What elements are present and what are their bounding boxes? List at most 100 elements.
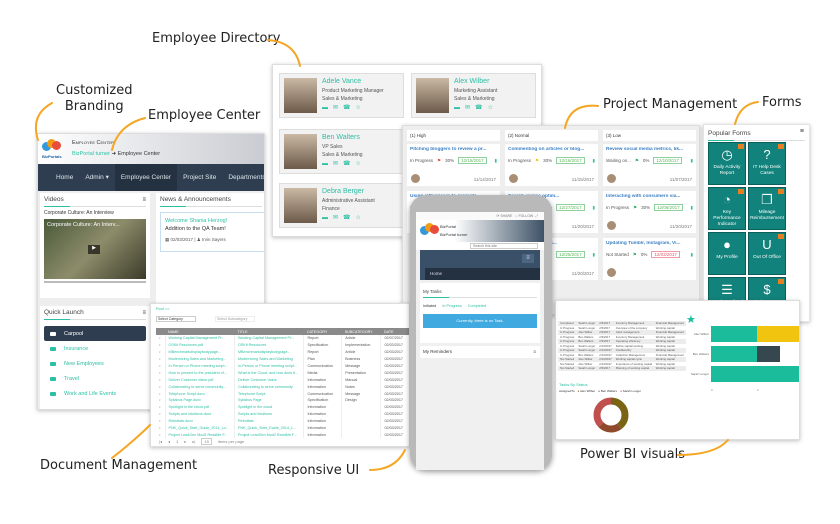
hamburger-icon[interactable]: ≡ xyxy=(522,254,534,263)
star-icon[interactable]: ☆ xyxy=(356,160,361,168)
column-header[interactable]: DATE xyxy=(380,328,409,335)
table-row[interactable]: ▫ OSKit Resources.pdf OSKit Resources Speci… xyxy=(156,341,409,349)
quick-launch-item[interactable]: Insurance xyxy=(44,341,146,356)
trash-icon[interactable]: ▮ xyxy=(593,252,595,258)
table-cell[interactable]: In-Person or Phone meeting script... xyxy=(234,362,305,370)
video-title[interactable]: Corporate Culture: An Interview xyxy=(44,210,146,216)
table-row[interactable]: ▫ Telephone Script.docx Telephone Script Co… xyxy=(156,390,409,398)
table-cell[interactable]: Working Capital Management Pr... xyxy=(234,335,305,342)
column-header[interactable]: TITLE xyxy=(234,328,304,335)
open-external-icon[interactable] xyxy=(778,234,784,239)
nav-item[interactable]: Departments ▾ xyxy=(222,164,264,191)
star-icon[interactable]: ☆ xyxy=(356,104,361,112)
task-title[interactable]: Interacting with consumers via... xyxy=(606,194,693,199)
open-external-icon[interactable] xyxy=(738,189,744,194)
table-cell[interactable]: What is the Cloud, and how does it... xyxy=(234,369,305,377)
table-row[interactable]: ▫ Syllabus Page.docx Syllabus Page Specific… xyxy=(156,397,409,404)
person-card[interactable]: Debra Berger Administrative Assistant Fina… xyxy=(279,183,404,228)
trash-icon[interactable]: ▮ xyxy=(593,158,595,164)
play-icon[interactable]: ▶ xyxy=(88,245,100,254)
last-page-icon[interactable]: ▸| xyxy=(192,439,195,444)
first-page-icon[interactable]: |◂ xyxy=(159,439,162,444)
table-row[interactable]: ▫ Collaborating to serve community... Coll… xyxy=(156,383,409,391)
table-cell[interactable]: MBenchmarkdisplaybodypage... xyxy=(165,348,235,356)
table-cell[interactable]: Collaborating to serve community xyxy=(234,383,305,391)
table-cell[interactable]: Scripts and intuitions xyxy=(234,410,305,418)
trash-icon[interactable]: ▮ xyxy=(593,205,595,211)
menu-icon[interactable]: ≡ xyxy=(142,197,146,203)
menu-icon[interactable]: ≡ xyxy=(800,128,804,135)
page-size-select[interactable]: 15 xyxy=(201,438,212,445)
menu-icon[interactable]: ≡ xyxy=(142,310,146,316)
task-title[interactable]: Commenting on articles or blog... xyxy=(508,147,595,152)
email-icon[interactable]: ✉ xyxy=(333,160,338,168)
table-cell[interactable]: PNK_Quick_Start_Guide_2014_L... xyxy=(234,424,305,432)
task-card[interactable]: Updating Tumblr, Instagram, Vi... Not Sta… xyxy=(603,238,696,280)
star-icon[interactable]: ☆ xyxy=(356,214,361,222)
column-header[interactable]: SUBCATEGORY xyxy=(341,328,381,335)
share-icon[interactable]: ⟳ xyxy=(496,214,499,218)
open-external-icon[interactable] xyxy=(778,279,784,284)
table-cell[interactable]: Modernizing Sales and Marketing xyxy=(234,355,305,363)
trash-icon[interactable]: ▮ xyxy=(691,252,693,258)
current-page[interactable]: 1 xyxy=(176,439,178,444)
quick-launch-item[interactable]: Carpool xyxy=(44,326,146,341)
person-name[interactable]: Adele Vance xyxy=(322,77,384,87)
phone-icon[interactable]: ☎ xyxy=(343,214,350,222)
video-progress[interactable] xyxy=(44,281,146,283)
table-cell[interactable]: Rebuttals.docx xyxy=(165,417,235,425)
task-title[interactable]: Updating Tumblr, Instagram, Vi... xyxy=(606,241,693,246)
share-button[interactable]: SHARE xyxy=(500,214,512,218)
open-external-icon[interactable] xyxy=(778,189,784,194)
form-tile[interactable]: ◷ Daily Activity Report xyxy=(708,142,746,185)
nav-item[interactable]: Project Site xyxy=(177,164,222,191)
table-row[interactable]: ▫ How to present to the president of... Wh… xyxy=(156,369,409,377)
star-icon[interactable]: ☆ xyxy=(488,104,493,112)
table-row[interactable]: ▫ Spotlight in the cloud.pdf Spotlight in … xyxy=(156,403,409,411)
fullscreen-icon[interactable]: ⤢ xyxy=(535,214,538,218)
table-cell[interactable]: OSKit Resources xyxy=(234,341,305,349)
prev-page-icon[interactable]: ◂ xyxy=(168,439,170,444)
email-icon[interactable]: ✉ xyxy=(333,214,338,222)
table-cell[interactable]: Scripts and intuitions.docx xyxy=(165,410,235,418)
table-cell[interactable]: Deliver Customer Value.pdf xyxy=(165,376,235,384)
task-card[interactable]: Commenting on articles or blog... In Prog… xyxy=(505,144,598,186)
quick-launch-item[interactable]: New Employees xyxy=(44,356,146,371)
person-card[interactable]: Alex Wilber Marketing Assistant Sales & Ma… xyxy=(411,73,536,118)
email-icon[interactable]: ✉ xyxy=(465,104,470,112)
table-cell[interactable]: Working Capital Management Pr... xyxy=(165,335,235,342)
open-external-icon[interactable] xyxy=(778,144,784,149)
mobile-nav-item[interactable]: Home xyxy=(425,268,540,281)
breadcrumb-link[interactable]: BizPortal turner xyxy=(72,151,110,157)
person-name[interactable]: Ben Walters xyxy=(322,133,363,143)
table-cell[interactable]: Telephone Script.docx xyxy=(165,390,235,398)
table-cell[interactable]: Collaborating to serve community... xyxy=(165,383,235,391)
table-row[interactable]: ▫ Modernizing Sales and Marketing... Moder… xyxy=(156,355,409,363)
table-cell[interactable]: PNK_Quick_Start_Guide_2014_Lo... xyxy=(165,424,235,432)
chat-icon[interactable]: ▬ xyxy=(322,104,328,112)
chat-icon[interactable]: ▬ xyxy=(454,104,460,112)
doc-breadcrumb[interactable]: Root >> xyxy=(156,307,170,311)
phone-icon[interactable]: ☎ xyxy=(343,160,350,168)
table-cell[interactable]: In-Person or Phone meeting script... xyxy=(165,362,235,370)
table-row[interactable]: ▫ PNK_Quick_Start_Guide_2014_Lo... PNK_Qui… xyxy=(156,424,409,432)
table-cell[interactable]: MBenchmarkdisplaybodypage... xyxy=(234,348,305,356)
next-page-icon[interactable]: ▸ xyxy=(184,439,186,444)
open-external-icon[interactable] xyxy=(738,144,744,149)
task-card[interactable]: Interacting with consumers via... In Prog… xyxy=(603,191,696,233)
task-card[interactable]: Review social media metrics, lik... Waiti… xyxy=(603,144,696,186)
person-card[interactable]: Ben Walters VP Sales Sales & Marketing ▬ ✉ ☎ ☆ xyxy=(279,129,404,174)
table-cell[interactable]: Syllabus Page.docx xyxy=(165,397,235,404)
task-title[interactable]: Review social media metrics, lik... xyxy=(606,147,693,152)
trash-icon[interactable]: ▮ xyxy=(495,158,497,164)
trash-icon[interactable]: ▮ xyxy=(691,158,693,164)
form-tile[interactable]: U Out Of Office xyxy=(748,232,786,275)
nav-item[interactable]: Employee Center xyxy=(114,164,178,191)
table-cell[interactable]: How to present to the president of... xyxy=(165,369,235,377)
table-row[interactable]: ▫ Deliver Customer Value.pdf Deliver Custo… xyxy=(156,376,409,384)
column-header[interactable] xyxy=(156,328,166,335)
task-tab[interactable]: In Progress xyxy=(442,304,461,308)
quick-launch-item[interactable]: Work and Life Events xyxy=(44,386,146,401)
subcategory-select[interactable]: Select Subcategory xyxy=(215,316,255,322)
table-row[interactable]: ▫ Rebuttals.docx Rebuttals Information 02/03… xyxy=(156,417,409,425)
